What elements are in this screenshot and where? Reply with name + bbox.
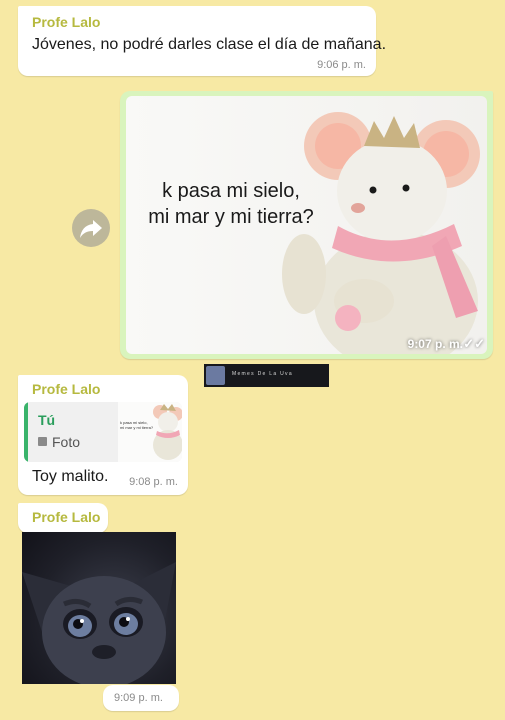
sad-creature-image[interactable] (22, 532, 176, 684)
image-message-header: Profe Lalo (18, 503, 108, 533)
watermark-text: Memes De La Uva (232, 371, 293, 377)
message-time: 9:08 p. m. (129, 476, 178, 488)
message-time: 9:07 p. m. (407, 337, 463, 351)
watermark-avatar (206, 366, 225, 385)
watermark-banner: Memes De La Uva (204, 364, 329, 387)
double-check-icon: ✓✓ (463, 336, 485, 351)
meme-image[interactable]: k pasa mi sielo, mi mar y mi tierra? (126, 96, 487, 354)
sender-name: Profe Lalo (32, 381, 101, 397)
message-time: 9:06 p. m. (317, 59, 366, 71)
sad-creature-illustration (22, 562, 176, 684)
sender-name: Profe Lalo (32, 509, 101, 525)
meme-caption-line2: mi mar y mi tierra? (148, 206, 314, 228)
message-time: 9:09 p. m. (114, 692, 163, 704)
meme-caption: k pasa mi sielo, mi mar y mi tierra? (146, 178, 316, 230)
sent-image-bubble[interactable]: k pasa mi sielo, mi mar y mi tierra? 9:0… (120, 91, 493, 359)
quote-type: Foto (52, 434, 81, 450)
photo-icon (38, 437, 47, 446)
reply-message-bubble[interactable]: Profe Lalo Tú Foto k pasa mi sielo, mi m… (18, 375, 188, 495)
quote-thumbnail: k pasa mi sielo, mi mar y mi tierra? (118, 402, 182, 462)
quote-author: Tú (38, 412, 56, 428)
forward-button[interactable] (72, 209, 110, 247)
quoted-message[interactable]: Tú Foto k pasa mi sielo, mi mar y mi tie… (24, 402, 182, 462)
message-bubble-1[interactable]: Profe Lalo Jóvenes, no podré darles clas… (18, 6, 386, 76)
image-message-footer: 9:09 p. m. (103, 685, 179, 711)
thumbnail-mouse (153, 404, 182, 460)
quote-bar (24, 402, 28, 462)
forward-arrow-icon (80, 220, 102, 238)
message-text: Toy malito. (32, 468, 109, 485)
sender-name: Profe Lalo (32, 14, 101, 30)
meme-caption-line1: k pasa mi sielo, (162, 180, 300, 202)
message-text: Jóvenes, no podré darles clase el día de… (32, 36, 387, 53)
